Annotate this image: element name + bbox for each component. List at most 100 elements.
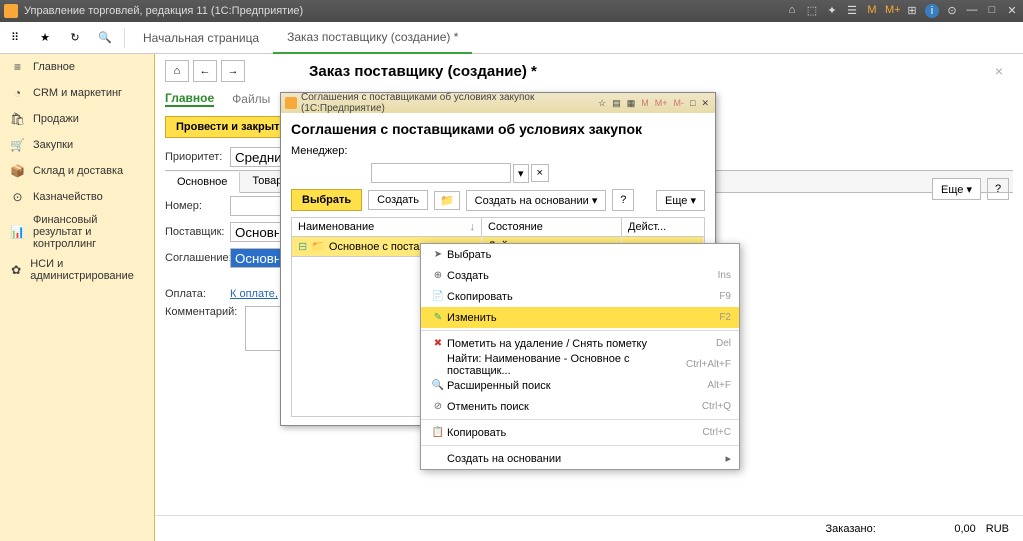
app-title: Управление торговлей, редакция 11 (1С:Пр…: [24, 5, 785, 17]
supplier-field[interactable]: [230, 222, 284, 242]
maximize-icon[interactable]: □: [985, 4, 999, 18]
sys-icon[interactable]: ✦: [825, 4, 839, 18]
gear-icon: ✿: [10, 263, 22, 277]
manager-clear-button[interactable]: ×: [531, 164, 549, 182]
ctx-mark-delete[interactable]: ✖Пометить на удаление / Снять пометкуDel: [421, 333, 739, 354]
dialog-ctrl-icon[interactable]: ▦: [625, 98, 638, 109]
plus-icon: ⊕: [429, 270, 447, 281]
divider: [124, 28, 125, 48]
context-menu: ➤Выбрать ⊕СоздатьIns 📄СкопироватьF9 ✎Изм…: [420, 243, 740, 470]
save-close-button[interactable]: Провести и закрыть: [165, 116, 297, 138]
sidebar-item-label: Финансовый результат и контроллинг: [33, 214, 144, 250]
inner-tab-main[interactable]: Основное: [165, 172, 240, 193]
dialog-ctrl-icon[interactable]: M+: [653, 98, 670, 109]
priority-label: Приоритет:: [165, 151, 230, 163]
tab-main[interactable]: Главное: [165, 91, 214, 107]
ctx-copy-item[interactable]: 📄СкопироватьF9: [421, 286, 739, 307]
sidebar-item-crm[interactable]: ◔CRM и маркетинг: [0, 80, 154, 106]
tab-start-page[interactable]: Начальная страница: [129, 22, 273, 54]
minimize-icon[interactable]: —: [965, 4, 979, 18]
ctx-create-based-on[interactable]: Создать на основании▸: [421, 448, 739, 469]
ctx-separator: [421, 419, 739, 420]
dialog-help-button[interactable]: ?: [612, 189, 634, 211]
sys-icon[interactable]: M: [865, 4, 879, 18]
ordered-value: 0,00: [886, 523, 976, 535]
currency-label: RUB: [986, 523, 1009, 535]
dialog-ctrl-icon[interactable]: M: [639, 98, 651, 109]
dialog-close-icon[interactable]: ✕: [699, 98, 711, 109]
dialog-ctrl-icon[interactable]: ☆: [596, 98, 608, 109]
dialog-toolbar: Выбрать Создать 📁 Создать на основании ▾…: [291, 189, 705, 211]
dialog-controls: ☆ ▤ ▦ M M+ M- □ ✕: [596, 98, 711, 109]
ctx-copy-clipboard[interactable]: 📋КопироватьCtrl+C: [421, 422, 739, 443]
ctx-cancel-search[interactable]: ⊘Отменить поискCtrl+Q: [421, 396, 739, 417]
th-valid[interactable]: Дейст...: [622, 218, 704, 236]
tab-order[interactable]: Заказ поставщику (создание) *: [273, 22, 472, 54]
sys-icon[interactable]: M+: [885, 4, 899, 18]
ctx-find[interactable]: Найти: Наименование - Основное с поставщ…: [421, 354, 739, 375]
help-icon[interactable]: i: [925, 4, 939, 18]
apps-icon[interactable]: ⠿: [2, 25, 28, 51]
sidebar-item-treasury[interactable]: ⊙Казначейство: [0, 184, 154, 210]
dialog-maximize-icon[interactable]: □: [688, 98, 697, 109]
create-based-on-button[interactable]: Создать на основании ▾: [466, 190, 607, 211]
back-button[interactable]: ←: [193, 60, 217, 82]
close-page-button[interactable]: ×: [995, 63, 1003, 79]
money-icon: ⊙: [10, 190, 25, 204]
sys-icon[interactable]: ⊞: [905, 4, 919, 18]
th-state[interactable]: Состояние: [482, 218, 622, 236]
sidebar-item-label: Склад и доставка: [33, 165, 123, 177]
agreement-label: Соглашение:: [165, 252, 230, 264]
search-icon[interactable]: 🔍: [92, 25, 118, 51]
dialog-more-button[interactable]: Еще ▾: [656, 190, 705, 211]
sidebar-item-purchases[interactable]: 🛒Закупки: [0, 132, 154, 158]
ctx-select[interactable]: ➤Выбрать: [421, 244, 739, 265]
dialog-ctrl-icon[interactable]: ▤: [610, 98, 623, 109]
ctx-edit[interactable]: ✎ИзменитьF2: [421, 307, 739, 328]
ctx-adv-search[interactable]: 🔍Расширенный поискAlt+F: [421, 375, 739, 396]
history-icon[interactable]: ↻: [62, 25, 88, 51]
sys-icon[interactable]: ☰: [845, 4, 859, 18]
sys-icon[interactable]: ⬚: [805, 4, 819, 18]
sys-icon[interactable]: ⌂: [785, 4, 799, 18]
tree-toggle-icon[interactable]: ⊟: [298, 241, 307, 253]
sidebar-item-main[interactable]: ≡Главное: [0, 54, 154, 80]
payment-label: Оплата:: [165, 288, 230, 300]
forward-button[interactable]: →: [221, 60, 245, 82]
sidebar-item-finance[interactable]: 📊Финансовый результат и контроллинг: [0, 210, 154, 254]
manager-row: Менеджер:: [291, 145, 705, 157]
create-group-button[interactable]: 📁: [434, 191, 460, 210]
select-button[interactable]: Выбрать: [291, 189, 362, 211]
manager-field[interactable]: [371, 163, 511, 183]
doc-header: ⌂ ← → Заказ поставщику (создание) * ×: [155, 54, 1023, 88]
home-button[interactable]: ⌂: [165, 60, 189, 82]
dialog-heading: Соглашения с поставщиками об условиях за…: [291, 121, 705, 137]
th-name[interactable]: Наименование ↓: [292, 218, 482, 236]
sales-icon: 🛍: [10, 112, 25, 126]
sidebar-item-admin[interactable]: ✿НСИ и администрирование: [0, 254, 154, 286]
supplier-label: Поставщик:: [165, 226, 230, 238]
manager-dropdown-button[interactable]: ▾: [513, 164, 529, 183]
manager-label: Менеджер:: [291, 145, 347, 157]
cart-icon: 🛒: [10, 138, 25, 152]
sidebar-item-warehouse[interactable]: 📦Склад и доставка: [0, 158, 154, 184]
ordered-label: Заказано:: [826, 523, 876, 535]
sys-icon[interactable]: ⊙: [945, 4, 959, 18]
dialog-ctrl-icon[interactable]: M-: [672, 98, 687, 109]
pencil-icon: ✎: [429, 312, 447, 323]
clipboard-icon: 📋: [429, 427, 447, 438]
ctx-create[interactable]: ⊕СоздатьIns: [421, 265, 739, 286]
create-button[interactable]: Создать: [368, 190, 428, 210]
more-button[interactable]: Еще ▾: [932, 178, 981, 200]
tab-files[interactable]: Файлы: [232, 92, 270, 106]
crm-icon: ◔: [10, 86, 25, 100]
close-icon[interactable]: ✕: [1005, 4, 1019, 18]
help-button[interactable]: ?: [987, 178, 1009, 200]
select-icon: ➤: [429, 249, 447, 260]
dialog-window-title: Соглашения с поставщиками об условиях за…: [301, 92, 596, 114]
star-icon[interactable]: ★: [32, 25, 58, 51]
payment-link[interactable]: К оплате,: [230, 288, 278, 300]
agreement-field[interactable]: [230, 248, 284, 268]
sidebar-item-sales[interactable]: 🛍Продажи: [0, 106, 154, 132]
manager-input-row: ▾ ×: [291, 163, 705, 183]
